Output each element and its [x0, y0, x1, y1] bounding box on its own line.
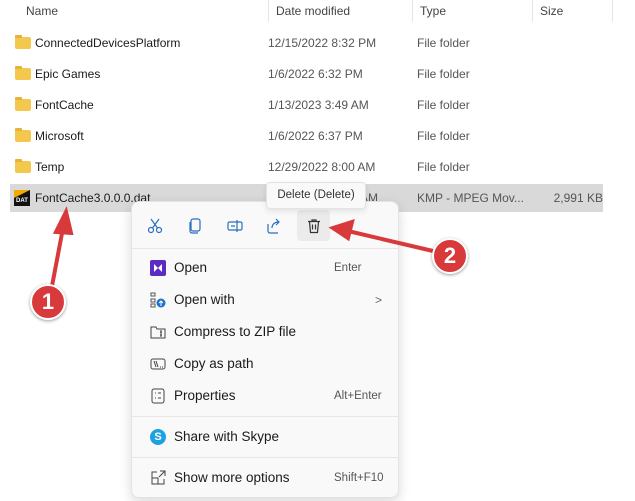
- step-badge-1: 1: [30, 284, 66, 320]
- arrow-1: [50, 227, 65, 287]
- arrow-2: [347, 229, 434, 253]
- step-badge-2: 2: [432, 238, 468, 274]
- arrow-1-head: [52, 206, 74, 236]
- arrow-2-head: [328, 219, 355, 242]
- annotation-arrows: [50, 206, 434, 287]
